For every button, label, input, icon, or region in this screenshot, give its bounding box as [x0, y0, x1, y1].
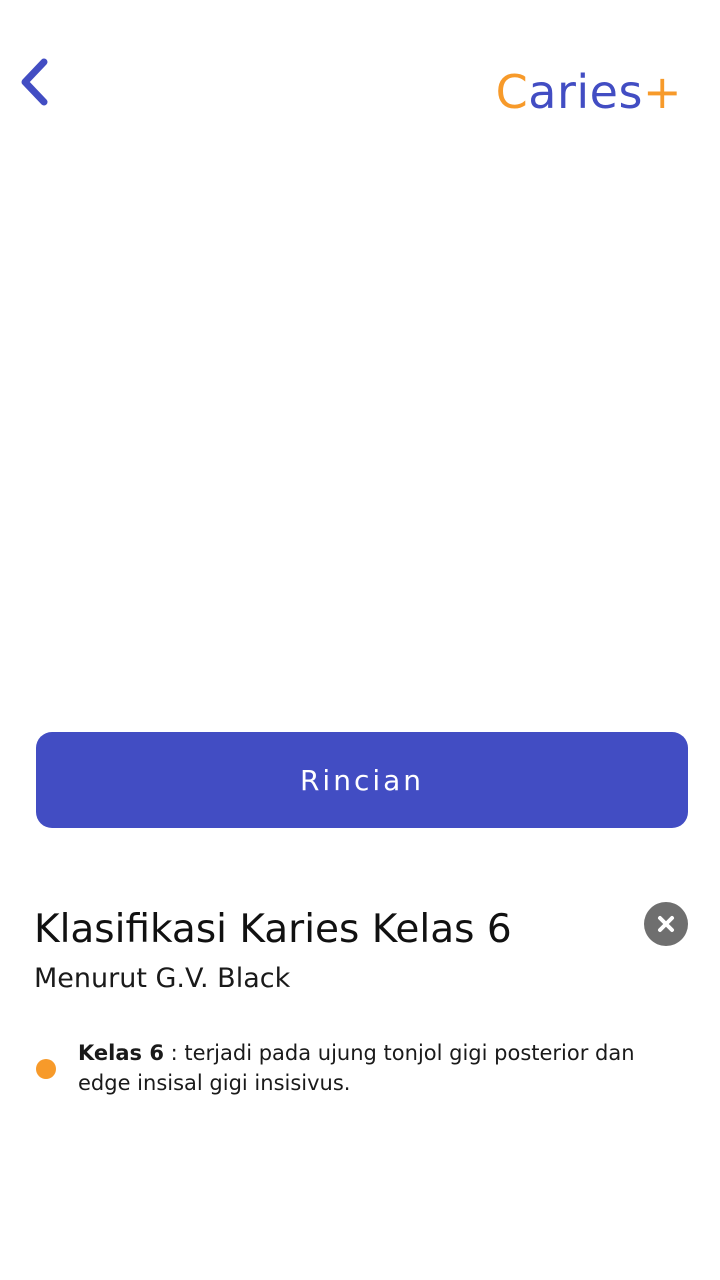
logo-text: aries	[528, 65, 643, 119]
rincian-button-label: Rincian	[299, 763, 425, 797]
bullet-text: Kelas 6 : terjadi pada ujung tonjol gigi…	[78, 1038, 678, 1098]
rincian-button[interactable]: Rincian	[36, 732, 688, 828]
bullet-dot-icon	[36, 1059, 56, 1079]
screen: Caries+ Rincian Klasifikasi Karies Kelas…	[0, 0, 720, 1280]
logo-first-letter: C	[495, 65, 529, 119]
classification-title: Klasifikasi Karies Kelas 6	[34, 907, 512, 952]
back-button[interactable]	[12, 52, 56, 112]
app-logo: Caries+	[496, 62, 682, 122]
chevron-left-icon	[21, 58, 48, 106]
classification-subtitle: Menurut G.V. Black	[34, 963, 291, 994]
close-button[interactable]	[644, 902, 688, 946]
bullet-term: Kelas 6	[78, 1041, 164, 1065]
close-icon	[658, 916, 674, 932]
logo-plus: +	[642, 65, 682, 119]
